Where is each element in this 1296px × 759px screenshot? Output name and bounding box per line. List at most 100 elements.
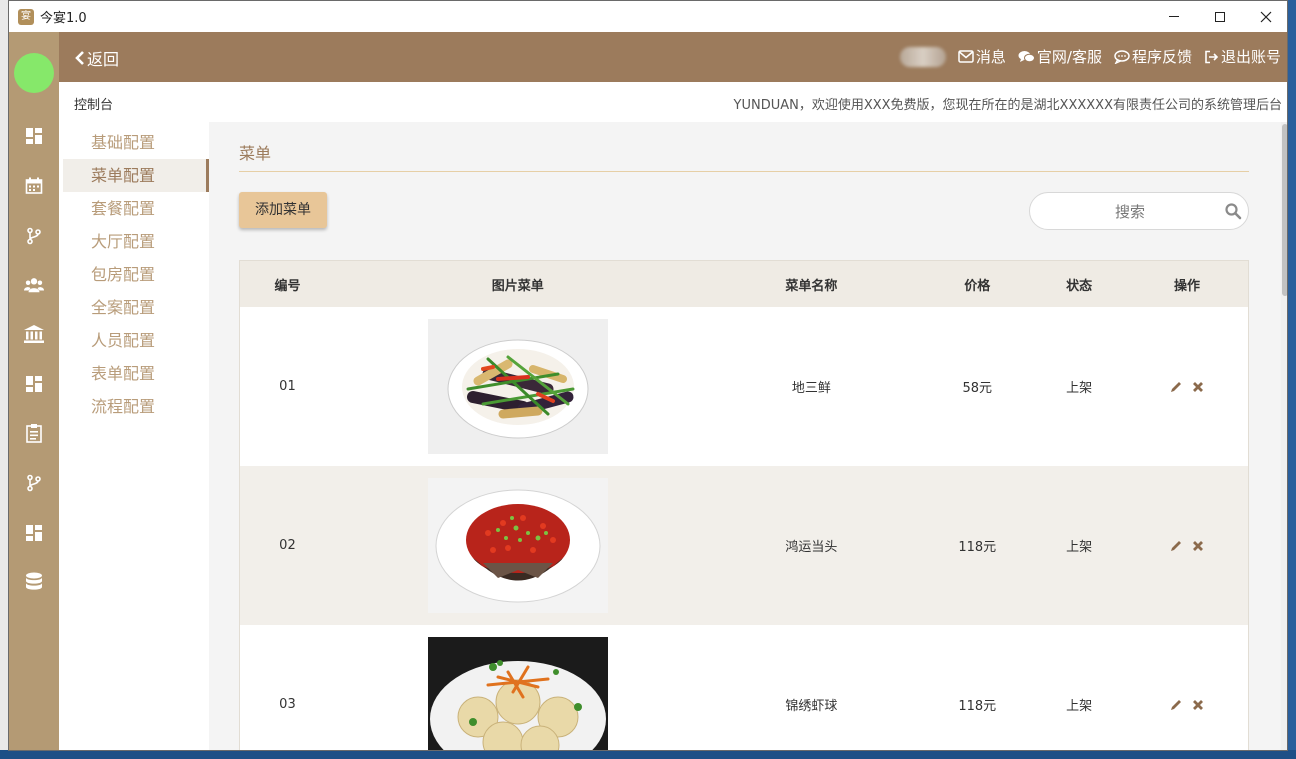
table-row: 02 鸿运当头 118元 上架 — [240, 466, 1248, 625]
row-image-cell — [335, 319, 701, 454]
submenu-item-form[interactable]: 表单配置 — [63, 357, 209, 390]
column-header-price: 价格 — [964, 278, 991, 294]
comment-icon — [1114, 49, 1130, 64]
minimize-icon — [1169, 16, 1179, 17]
dish-image-jinxiuxiaqiu — [427, 637, 608, 750]
chat-bubbles-icon — [1018, 50, 1035, 62]
submenu-item-menu[interactable]: 菜单配置 — [63, 159, 209, 192]
delete-x-icon[interactable] — [1191, 539, 1205, 553]
top-header: 返回 消息 官网/客服 程序反馈 退出账号 — [59, 32, 1287, 82]
row-name: 地三鲜 — [791, 381, 831, 396]
row-actions — [1126, 380, 1248, 394]
search-box — [1029, 192, 1249, 230]
section-title: 菜单 — [239, 144, 272, 163]
maximize-icon — [1215, 11, 1225, 22]
website-service-link[interactable]: 官网/客服 — [1018, 46, 1102, 67]
grid-dashboard-icon[interactable] — [24, 374, 44, 394]
column-header-actions: 操作 — [1174, 278, 1201, 294]
row-price: 118元 — [958, 540, 997, 555]
calendar-icon[interactable] — [24, 176, 44, 196]
feedback-label: 程序反馈 — [1131, 48, 1192, 66]
dish-image-disanxian — [427, 319, 608, 454]
breadcrumb[interactable]: 控制台 — [74, 94, 113, 113]
vertical-scrollbar[interactable] — [1281, 122, 1287, 750]
dish-image-hongyundangtou — [427, 478, 608, 613]
feedback-link[interactable]: 程序反馈 — [1114, 46, 1192, 67]
table-row: 01 地三鲜 58元 上架 — [240, 307, 1248, 466]
row-actions — [1126, 698, 1248, 712]
main-content: 菜单 添加菜单 编号 图片菜单 菜单名称 价格 状态 操作 01 — [209, 122, 1287, 750]
row-image-cell — [335, 637, 701, 750]
layout-icon[interactable] — [24, 523, 44, 543]
maximize-button[interactable] — [1197, 1, 1243, 32]
column-header-no: 编号 — [274, 278, 301, 294]
row-status: 上架 — [1066, 381, 1093, 396]
logout-label: 退出账号 — [1220, 48, 1281, 66]
column-header-status: 状态 — [1066, 278, 1093, 294]
search-input[interactable] — [1060, 201, 1200, 223]
row-no: 02 — [279, 538, 296, 553]
row-price: 58元 — [962, 381, 993, 396]
messages-link[interactable]: 消息 — [958, 46, 1006, 67]
dashboard-icon[interactable] — [24, 126, 44, 146]
row-price: 118元 — [958, 699, 997, 714]
app-window: 宴 今宴1.0 返回 消息 官网/客服 程序反馈 退出账号 控制台 YUNDUA… — [8, 0, 1288, 751]
user-avatar[interactable] — [14, 53, 54, 93]
row-actions — [1126, 539, 1248, 553]
edit-pencil-icon[interactable] — [1169, 698, 1183, 712]
sign-out-icon — [1205, 50, 1219, 63]
breadcrumb-bar: 控制台 YUNDUAN，欢迎使用XXX免费版，您现在所在的是湖北XXXXXX有限… — [59, 82, 1287, 122]
submenu-item-full-plan[interactable]: 全案配置 — [63, 291, 209, 324]
row-status: 上架 — [1066, 540, 1093, 555]
clipboard-icon[interactable] — [24, 423, 44, 443]
submenu-item-process[interactable]: 流程配置 — [63, 390, 209, 423]
logout-link[interactable]: 退出账号 — [1204, 46, 1281, 67]
icon-rail — [9, 32, 59, 750]
submenu-item-hall[interactable]: 大厅配置 — [63, 225, 209, 258]
scrollbar-thumb[interactable] — [1282, 124, 1287, 296]
title-bar: 宴 今宴1.0 — [9, 1, 1287, 32]
taskbar-strip — [0, 750, 1296, 759]
back-button[interactable]: 返回 — [75, 46, 119, 70]
search-icon[interactable] — [1224, 202, 1242, 220]
window-title: 今宴1.0 — [40, 11, 87, 26]
edit-pencil-icon[interactable] — [1169, 380, 1183, 394]
database-icon[interactable] — [24, 572, 44, 592]
chevron-left-icon — [75, 51, 84, 65]
users-icon[interactable] — [24, 275, 44, 295]
submenu-item-basic[interactable]: 基础配置 — [63, 126, 209, 159]
section-divider — [239, 171, 1249, 172]
envelope-icon — [958, 50, 974, 63]
row-no: 03 — [279, 697, 296, 712]
config-submenu: 基础配置 菜单配置 套餐配置 大厅配置 包房配置 全案配置 人员配置 表单配置 … — [59, 122, 209, 750]
submenu-item-package[interactable]: 套餐配置 — [63, 192, 209, 225]
column-header-image: 图片菜单 — [491, 278, 544, 294]
messages-label: 消息 — [975, 48, 1006, 66]
table-header: 编号 图片菜单 菜单名称 价格 状态 操作 — [240, 261, 1248, 307]
row-name: 锦绣虾球 — [785, 699, 838, 714]
row-name: 鸿运当头 — [785, 540, 838, 555]
app-icon: 宴 — [18, 8, 34, 25]
submenu-item-staff[interactable]: 人员配置 — [63, 324, 209, 357]
add-menu-button[interactable]: 添加菜单 — [239, 192, 327, 228]
account-avatar[interactable] — [899, 46, 946, 67]
workflow-branch-icon[interactable] — [24, 473, 44, 493]
menu-table: 编号 图片菜单 菜单名称 价格 状态 操作 01 地三鲜 58元 上架 02 鸿… — [239, 260, 1249, 750]
delete-x-icon[interactable] — [1191, 380, 1205, 394]
edit-pencil-icon[interactable] — [1169, 539, 1183, 553]
column-header-name: 菜单名称 — [785, 278, 838, 294]
close-button[interactable] — [1243, 1, 1287, 32]
delete-x-icon[interactable] — [1191, 698, 1205, 712]
row-status: 上架 — [1066, 699, 1093, 714]
row-image-cell — [335, 478, 701, 613]
branch-icon[interactable] — [24, 226, 44, 246]
header-nav: 消息 官网/客服 程序反馈 退出账号 — [899, 46, 1281, 67]
row-no: 01 — [279, 379, 296, 394]
minimize-button[interactable] — [1151, 1, 1197, 32]
bank-icon[interactable] — [24, 324, 44, 344]
welcome-text: YUNDUAN，欢迎使用XXX免费版，您现在所在的是湖北XXXXXX有限责任公司… — [733, 98, 1282, 113]
desktop-edge — [0, 0, 8, 759]
close-icon — [1260, 11, 1272, 22]
submenu-item-private-room[interactable]: 包房配置 — [63, 258, 209, 291]
back-label: 返回 — [87, 50, 120, 69]
